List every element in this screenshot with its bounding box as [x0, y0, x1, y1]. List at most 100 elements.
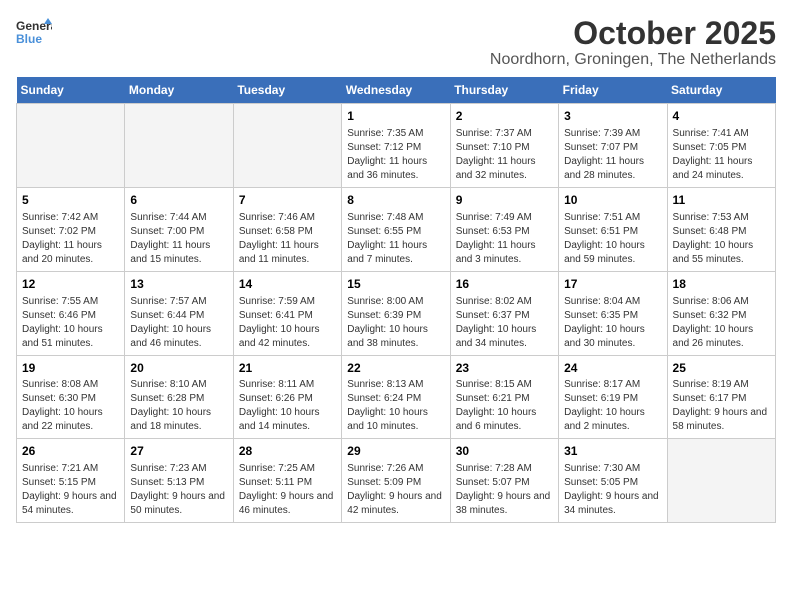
cell-date-number: 27 [130, 443, 227, 460]
cell-date-number: 19 [22, 360, 119, 377]
calendar-week-row: 26 Sunrise: 7:21 AM Sunset: 5:15 PM Dayli… [17, 439, 776, 523]
calendar-cell [125, 104, 233, 188]
title-area: October 2025 Noordhorn, Groningen, The N… [490, 16, 776, 69]
cell-date-number: 22 [347, 360, 444, 377]
calendar-body: 1 Sunrise: 7:35 AM Sunset: 7:12 PM Daylig… [17, 104, 776, 523]
cell-daylight-info: Sunrise: 7:21 AM Sunset: 5:15 PM Dayligh… [22, 462, 119, 518]
weekday-header-cell: Saturday [667, 77, 775, 104]
location-title: Noordhorn, Groningen, The Netherlands [490, 51, 776, 69]
cell-daylight-info: Sunrise: 7:53 AM Sunset: 6:48 PM Dayligh… [673, 211, 770, 267]
calendar-week-row: 12Sunrise: 7:55 AM Sunset: 6:46 PM Dayli… [17, 271, 776, 355]
calendar-cell: 17 Sunrise: 8:04 AM Sunset: 6:35 PM Dayli… [559, 271, 667, 355]
calendar-cell: 21Sunrise: 8:11 AM Sunset: 6:26 PM Dayli… [233, 355, 341, 439]
weekday-header-cell: Sunday [17, 77, 125, 104]
cell-date-number: 20 [130, 360, 227, 377]
cell-daylight-info: Sunrise: 8:02 AM Sunset: 6:37 PM Dayligh… [456, 295, 553, 351]
calendar-cell: 2Sunrise: 7:37 AM Sunset: 7:10 PM Daylig… [450, 104, 558, 188]
calendar-cell: 8 Sunrise: 7:48 AM Sunset: 6:55 PM Daylig… [342, 187, 450, 271]
svg-text:Blue: Blue [16, 32, 42, 46]
cell-date-number: 15 [347, 276, 444, 293]
calendar-cell: 9 Sunrise: 7:49 AM Sunset: 6:53 PM Daylig… [450, 187, 558, 271]
calendar-cell: 22Sunrise: 8:13 AM Sunset: 6:24 PM Dayli… [342, 355, 450, 439]
weekday-header-cell: Monday [125, 77, 233, 104]
calendar-table: SundayMondayTuesdayWednesdayThursdayFrid… [16, 77, 776, 523]
calendar-cell: 16 Sunrise: 8:02 AM Sunset: 6:37 PM Dayli… [450, 271, 558, 355]
weekday-header-cell: Tuesday [233, 77, 341, 104]
cell-date-number: 25 [673, 360, 770, 377]
cell-daylight-info: Sunrise: 7:30 AM Sunset: 5:05 PM Dayligh… [564, 462, 661, 518]
cell-daylight-info: Sunrise: 7:39 AM Sunset: 7:07 PM Dayligh… [564, 127, 661, 183]
cell-date-number: 17 [564, 276, 661, 293]
cell-daylight-info: Sunrise: 8:15 AM Sunset: 6:21 PM Dayligh… [456, 378, 553, 434]
calendar-cell: 4Sunrise: 7:41 AM Sunset: 7:05 PM Daylig… [667, 104, 775, 188]
cell-date-number: 30 [456, 443, 553, 460]
calendar-cell: 10 Sunrise: 7:51 AM Sunset: 6:51 PM Dayli… [559, 187, 667, 271]
calendar-cell: 15 Sunrise: 8:00 AM Sunset: 6:39 PM Dayli… [342, 271, 450, 355]
calendar-cell: 7 Sunrise: 7:46 AM Sunset: 6:58 PM Daylig… [233, 187, 341, 271]
cell-date-number: 6 [130, 192, 227, 209]
cell-daylight-info: Sunrise: 8:04 AM Sunset: 6:35 PM Dayligh… [564, 295, 661, 351]
cell-daylight-info: Sunrise: 7:35 AM Sunset: 7:12 PM Dayligh… [347, 127, 444, 183]
calendar-cell [17, 104, 125, 188]
weekday-header-cell: Thursday [450, 77, 558, 104]
cell-date-number: 18 [673, 276, 770, 293]
cell-daylight-info: Sunrise: 8:19 AM Sunset: 6:17 PM Dayligh… [673, 378, 770, 434]
cell-date-number: 24 [564, 360, 661, 377]
calendar-cell: 31 Sunrise: 7:30 AM Sunset: 5:05 PM Dayli… [559, 439, 667, 523]
cell-date-number: 10 [564, 192, 661, 209]
cell-daylight-info: Sunrise: 8:17 AM Sunset: 6:19 PM Dayligh… [564, 378, 661, 434]
cell-date-number: 16 [456, 276, 553, 293]
cell-date-number: 26 [22, 443, 119, 460]
cell-date-number: 7 [239, 192, 336, 209]
cell-daylight-info: Sunrise: 8:00 AM Sunset: 6:39 PM Dayligh… [347, 295, 444, 351]
cell-daylight-info: Sunrise: 8:08 AM Sunset: 6:30 PM Dayligh… [22, 378, 119, 434]
cell-date-number: 1 [347, 108, 444, 125]
calendar-cell [233, 104, 341, 188]
calendar-cell: 3Sunrise: 7:39 AM Sunset: 7:07 PM Daylig… [559, 104, 667, 188]
cell-daylight-info: Sunrise: 7:42 AM Sunset: 7:02 PM Dayligh… [22, 211, 119, 267]
cell-daylight-info: Sunrise: 7:51 AM Sunset: 6:51 PM Dayligh… [564, 211, 661, 267]
cell-daylight-info: Sunrise: 8:11 AM Sunset: 6:26 PM Dayligh… [239, 378, 336, 434]
logo-icon: General Blue [16, 16, 52, 46]
calendar-cell: 27 Sunrise: 7:23 AM Sunset: 5:13 PM Dayli… [125, 439, 233, 523]
calendar-cell: 12Sunrise: 7:55 AM Sunset: 6:46 PM Dayli… [17, 271, 125, 355]
calendar-cell: 6Sunrise: 7:44 AM Sunset: 7:00 PM Daylig… [125, 187, 233, 271]
cell-date-number: 31 [564, 443, 661, 460]
cell-daylight-info: Sunrise: 7:46 AM Sunset: 6:58 PM Dayligh… [239, 211, 336, 267]
calendar-cell: 30 Sunrise: 7:28 AM Sunset: 5:07 PM Dayli… [450, 439, 558, 523]
cell-date-number: 29 [347, 443, 444, 460]
cell-date-number: 14 [239, 276, 336, 293]
calendar-cell: 26 Sunrise: 7:21 AM Sunset: 5:15 PM Dayli… [17, 439, 125, 523]
cell-daylight-info: Sunrise: 7:49 AM Sunset: 6:53 PM Dayligh… [456, 211, 553, 267]
weekday-header-cell: Friday [559, 77, 667, 104]
calendar-cell: 24Sunrise: 8:17 AM Sunset: 6:19 PM Dayli… [559, 355, 667, 439]
calendar-cell: 29 Sunrise: 7:26 AM Sunset: 5:09 PM Dayli… [342, 439, 450, 523]
calendar-week-row: 1 Sunrise: 7:35 AM Sunset: 7:12 PM Daylig… [17, 104, 776, 188]
cell-date-number: 5 [22, 192, 119, 209]
calendar-cell: 18 Sunrise: 8:06 AM Sunset: 6:32 PM Dayli… [667, 271, 775, 355]
cell-date-number: 23 [456, 360, 553, 377]
calendar-week-row: 19Sunrise: 8:08 AM Sunset: 6:30 PM Dayli… [17, 355, 776, 439]
cell-date-number: 8 [347, 192, 444, 209]
calendar-cell: 20Sunrise: 8:10 AM Sunset: 6:28 PM Dayli… [125, 355, 233, 439]
cell-daylight-info: Sunrise: 7:28 AM Sunset: 5:07 PM Dayligh… [456, 462, 553, 518]
cell-daylight-info: Sunrise: 7:59 AM Sunset: 6:41 PM Dayligh… [239, 295, 336, 351]
cell-daylight-info: Sunrise: 8:06 AM Sunset: 6:32 PM Dayligh… [673, 295, 770, 351]
calendar-week-row: 5 Sunrise: 7:42 AM Sunset: 7:02 PM Daylig… [17, 187, 776, 271]
calendar-cell: 1 Sunrise: 7:35 AM Sunset: 7:12 PM Daylig… [342, 104, 450, 188]
cell-daylight-info: Sunrise: 7:41 AM Sunset: 7:05 PM Dayligh… [673, 127, 770, 183]
cell-daylight-info: Sunrise: 7:48 AM Sunset: 6:55 PM Dayligh… [347, 211, 444, 267]
cell-daylight-info: Sunrise: 8:13 AM Sunset: 6:24 PM Dayligh… [347, 378, 444, 434]
cell-daylight-info: Sunrise: 7:23 AM Sunset: 5:13 PM Dayligh… [130, 462, 227, 518]
cell-date-number: 13 [130, 276, 227, 293]
cell-daylight-info: Sunrise: 7:25 AM Sunset: 5:11 PM Dayligh… [239, 462, 336, 518]
weekday-header: SundayMondayTuesdayWednesdayThursdayFrid… [17, 77, 776, 104]
logo: General Blue [16, 16, 52, 46]
cell-date-number: 28 [239, 443, 336, 460]
cell-date-number: 21 [239, 360, 336, 377]
cell-daylight-info: Sunrise: 7:26 AM Sunset: 5:09 PM Dayligh… [347, 462, 444, 518]
cell-date-number: 9 [456, 192, 553, 209]
cell-date-number: 11 [673, 192, 770, 209]
month-title: October 2025 [490, 16, 776, 51]
calendar-cell: 14 Sunrise: 7:59 AM Sunset: 6:41 PM Dayli… [233, 271, 341, 355]
